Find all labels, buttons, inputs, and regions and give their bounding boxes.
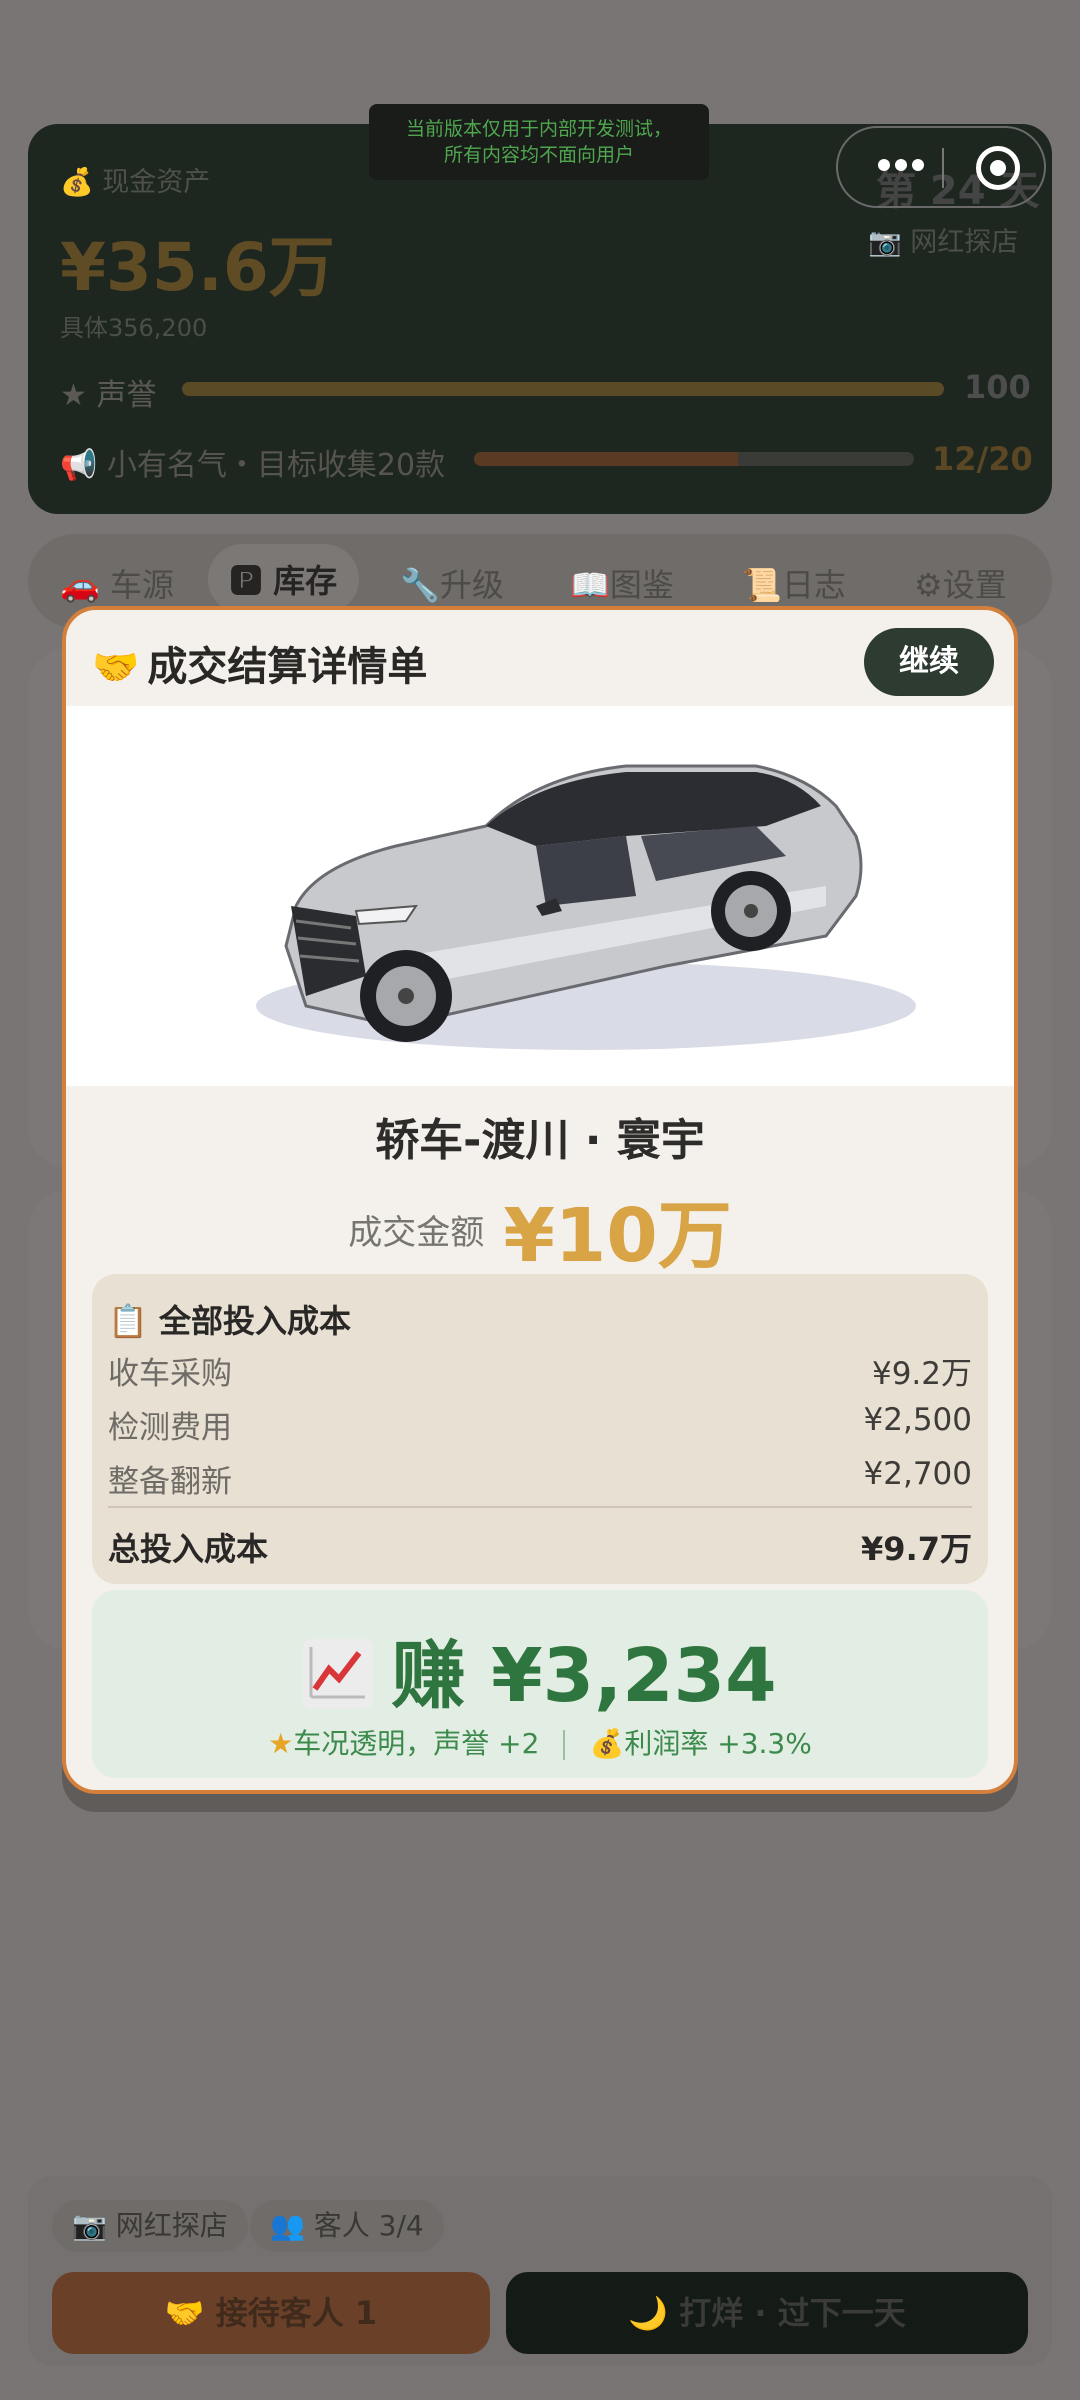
profit-notes: ★车况透明，声誉 +2 💰利润率 +3.3% (92, 1722, 988, 1762)
moon-icon: 🌙 (628, 2294, 669, 2332)
cost-label: 整备翻新 (108, 1464, 232, 1500)
gear-icon: ⚙ (914, 566, 943, 604)
scroll-icon: 📜 (742, 566, 782, 604)
cost-divider (108, 1506, 972, 1508)
car-icon: 🚗 (60, 566, 100, 604)
next-day-button[interactable]: 🌙 打烊 · 过下一天 (506, 2272, 1028, 2354)
car-name: 轿车-渡川 · 寰宇 (375, 1115, 705, 1166)
goal-value: 12/20 (932, 440, 1033, 478)
profit-summary: 赚 ¥3,234 ★车况透明，声誉 +2 💰利润率 +3.3% (92, 1590, 988, 1778)
cash-label: 💰 现金资产 (60, 167, 211, 198)
reputation-value: 100 (964, 368, 1031, 406)
shop-name: 📷 网红探店 (868, 227, 1019, 258)
goal-progress-fill (474, 452, 738, 466)
deal-amount: 成交金额 ¥10万 (66, 1176, 1014, 1283)
margin-note: 利润率 +3.3% (624, 1727, 812, 1760)
customers-chip: 👥 客人 3/4 (250, 2200, 444, 2252)
cost-value: ¥9.2万 (871, 1356, 972, 1392)
capsule-divider (942, 148, 944, 188)
star-icon: ★ (60, 378, 87, 413)
tab-log[interactable]: 📜日志 (742, 560, 846, 606)
cash-detail: 具体356,200 (60, 314, 208, 342)
clipboard-icon: 📋 (108, 1302, 148, 1340)
profit-amount: 赚 ¥3,234 (92, 1616, 988, 1723)
reputation-note: 车况透明，声誉 +2 (293, 1727, 540, 1760)
goal-label: 📢 小有名气・目标收集20款 (60, 448, 446, 483)
miniapp-capsule[interactable] (836, 126, 1046, 208)
more-icon[interactable] (878, 156, 929, 175)
camera-icon: 📷 (868, 227, 902, 258)
dev-banner: 当前版本仅用于内部开发测试， 所有内容均不面向用户 (369, 104, 709, 180)
continue-button[interactable]: 继续 (864, 628, 994, 696)
reputation-label: ★ 声誉 (60, 378, 157, 413)
cost-label: 检测费用 (108, 1410, 232, 1446)
cash-value: ¥35.6万 (60, 229, 335, 306)
shop-chip: 📷 网红探店 (52, 2200, 248, 2252)
star-icon: ★ (268, 1727, 294, 1760)
cost-value: ¥2,500 (863, 1402, 972, 1438)
deal-label: 成交金额 (348, 1213, 485, 1253)
megaphone-icon: 📢 (60, 448, 98, 483)
cost-title: 📋 全部投入成本 (108, 1302, 351, 1340)
reputation-bar (182, 382, 944, 396)
handshake-icon: 🤝 (92, 645, 140, 689)
cost-value: ¥2,700 (863, 1456, 972, 1492)
cost-breakdown: 📋 全部投入成本 收车采购 ¥9.2万 检测费用 ¥2,500 整备翻新 ¥2,… (92, 1274, 988, 1584)
modal-title: 🤝 成交结算详情单 (92, 644, 428, 690)
deal-value: ¥10万 (503, 1193, 732, 1279)
cost-row-inspection: 检测费用 ¥2,500 (108, 1402, 972, 1447)
book-icon: 📖 (570, 566, 610, 604)
tab-upgrade[interactable]: 🔧升级 (400, 560, 504, 606)
car-illustration (256, 764, 916, 1050)
close-miniapp-icon[interactable] (976, 146, 1020, 190)
tab-car-source[interactable]: 🚗 车源 (60, 560, 174, 606)
cost-row-refurbish: 整备翻新 ¥2,700 (108, 1456, 972, 1501)
tab-settings[interactable]: ⚙设置 (914, 560, 1007, 606)
total-value: ¥9.7万 (861, 1530, 972, 1568)
accept-customer-button[interactable]: 🤝 接待客人 1 (52, 2272, 490, 2354)
cost-row-purchase: 收车采购 ¥9.2万 (108, 1348, 972, 1393)
tab-inventory[interactable]: 🅿 库存 (208, 544, 360, 614)
car-image (66, 706, 1014, 1086)
wrench-icon: 🔧 (400, 566, 440, 604)
camera-icon: 📷 (72, 2209, 107, 2242)
cost-label: 收车采购 (108, 1356, 232, 1392)
note-divider (563, 1730, 566, 1760)
deal-settlement-modal: 🤝 成交结算详情单 继续 轿车-渡川 · 寰宇 成交金额 ¥10万 📋 全部投入… (62, 606, 1018, 1794)
cost-total-row: 总投入成本 ¥9.7万 (108, 1524, 972, 1570)
money-bag-icon: 💰 (589, 1727, 625, 1760)
parking-icon: 🅿 (230, 562, 263, 600)
tab-catalog[interactable]: 📖图鉴 (570, 560, 674, 606)
people-icon: 👥 (270, 2209, 305, 2242)
handshake-icon: 🤝 (164, 2294, 205, 2332)
total-label: 总投入成本 (108, 1530, 269, 1568)
dev-banner-line2: 所有内容均不面向用户 (443, 144, 634, 166)
goal-progress-bar (474, 452, 914, 466)
dev-banner-line1: 当前版本仅用于内部开发测试， (405, 118, 672, 140)
chart-increasing-icon (303, 1639, 374, 1710)
